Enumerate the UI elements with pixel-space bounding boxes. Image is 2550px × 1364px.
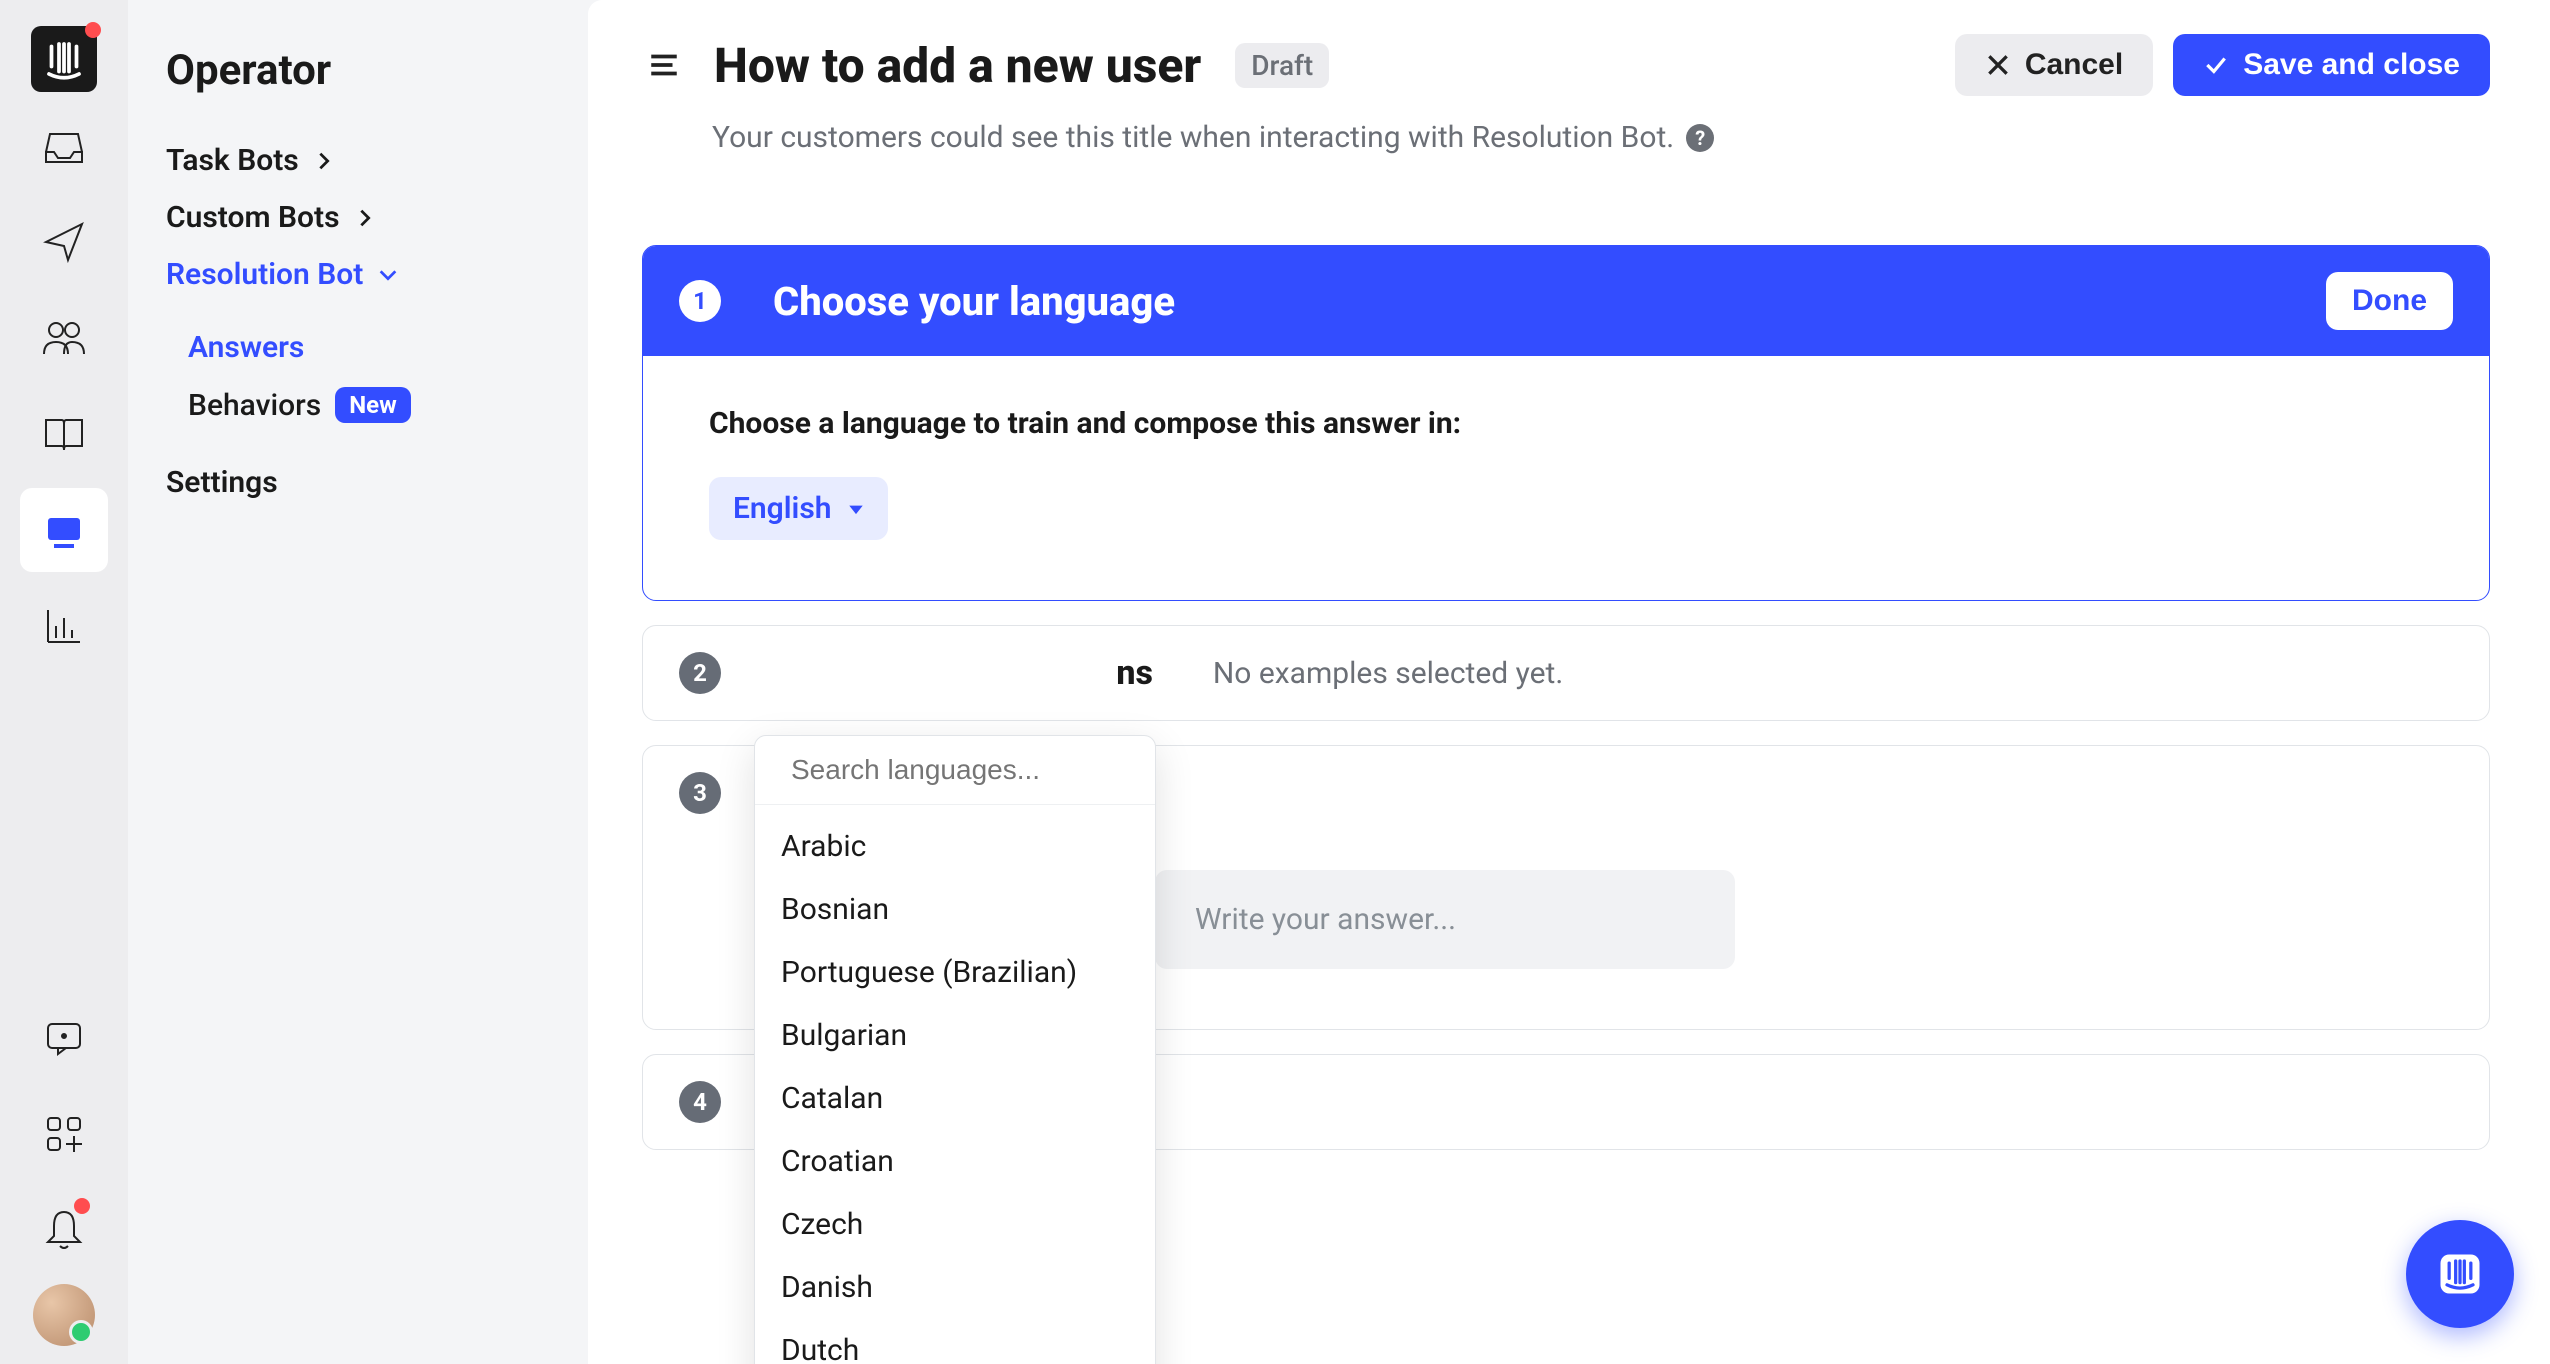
step-title: Choose your language (773, 278, 1175, 325)
step-number: 4 (679, 1081, 721, 1123)
nav-contacts[interactable] (20, 296, 108, 380)
language-option[interactable]: Portuguese (Brazilian) (755, 941, 1155, 1004)
language-option-label: Croatian (781, 1144, 894, 1179)
secondary-sidebar: Operator Task Bots Custom Bots Resolutio… (128, 0, 588, 1364)
nav-outbound[interactable] (20, 200, 108, 284)
nav-inbox[interactable] (20, 104, 108, 188)
notification-dot-icon (85, 22, 101, 38)
step-2-examples[interactable]: 2 hidden placeholder long enough xxxx ns… (642, 625, 2490, 721)
intercom-icon (2434, 1248, 2486, 1300)
new-badge: New (335, 387, 411, 423)
sidebar-title: Operator (166, 46, 550, 95)
language-option-label: Portuguese (Brazilian) (781, 955, 1077, 990)
language-option[interactable]: Catalan (755, 1067, 1155, 1130)
nav-reports[interactable] (20, 584, 108, 668)
step-number: 1 (679, 280, 721, 322)
messenger-fab[interactable] (2406, 1220, 2514, 1328)
language-option[interactable]: Danish (755, 1256, 1155, 1319)
chevron-right-icon (313, 150, 335, 172)
sidebar-item-label: Task Bots (166, 143, 299, 178)
page-subtitle: Your customers could see this title when… (712, 120, 2490, 155)
language-option[interactable]: Arabic (755, 815, 1155, 878)
language-search-row (755, 736, 1155, 805)
chevron-right-icon (354, 207, 376, 229)
language-select-value: English (733, 491, 832, 526)
language-option-label: Catalan (781, 1081, 883, 1116)
answer-input-placeholder[interactable]: Write your answer... (1155, 870, 1735, 969)
sidebar-subitem-answers[interactable]: Answers (188, 330, 550, 365)
main-content: How to add a new user Draft Cancel Save … (588, 0, 2550, 1364)
sidebar-item-resolution-bot[interactable]: Resolution Bot (166, 257, 550, 292)
caret-down-icon (848, 501, 864, 517)
hamburger-icon (647, 48, 681, 82)
nav-operator[interactable] (20, 488, 108, 572)
sidebar-item-label: Answers (188, 330, 304, 365)
language-option[interactable]: Croatian (755, 1130, 1155, 1193)
check-icon (2203, 52, 2229, 78)
nav-articles[interactable] (20, 392, 108, 476)
language-option-label: Dutch (781, 1333, 859, 1364)
sidebar-item-label: Resolution Bot (166, 257, 363, 292)
nav-messenger-preview[interactable] (20, 996, 108, 1080)
language-search-input[interactable] (791, 754, 1152, 786)
nav-notifications[interactable] (20, 1188, 108, 1272)
step-number: 3 (679, 772, 721, 814)
icon-rail (0, 0, 128, 1364)
sidebar-item-task-bots[interactable]: Task Bots (166, 143, 550, 178)
language-option[interactable]: Bosnian (755, 878, 1155, 941)
chevron-down-icon (377, 264, 399, 286)
status-chip-draft: Draft (1235, 43, 1329, 88)
notification-dot-icon (74, 1198, 90, 1214)
button-label: Save and close (2243, 48, 2460, 82)
language-option-label: Danish (781, 1270, 873, 1305)
help-icon[interactable]: ? (1686, 124, 1714, 152)
close-icon (1985, 52, 2011, 78)
user-avatar[interactable] (33, 1284, 95, 1346)
sidebar-item-custom-bots[interactable]: Custom Bots (166, 200, 550, 235)
button-label: Cancel (2025, 48, 2123, 82)
language-select[interactable]: English (709, 477, 888, 540)
step-body-label: Choose a language to train and compose t… (709, 406, 2429, 441)
step-done-button[interactable]: Done (2326, 272, 2453, 330)
language-option[interactable]: Bulgarian (755, 1004, 1155, 1067)
step-title-partial: ns (1116, 653, 1153, 693)
language-option-label: Bosnian (781, 892, 889, 927)
language-option-label: Arabic (781, 829, 866, 864)
sidebar-item-label: Custom Bots (166, 200, 340, 235)
cancel-button[interactable]: Cancel (1955, 34, 2153, 96)
language-dropdown: Arabic Bosnian Portuguese (Brazilian) Bulga… (754, 735, 1156, 1364)
sidebar-subitem-behaviors[interactable]: Behaviors New (188, 387, 550, 423)
save-and-close-button[interactable]: Save and close (2173, 34, 2490, 96)
page-title: How to add a new user (714, 37, 1201, 94)
sidebar-item-label: Settings (166, 465, 278, 500)
language-option-label: Bulgarian (781, 1018, 907, 1053)
sidebar-item-settings[interactable]: Settings (166, 465, 550, 500)
step-hint: No examples selected yet. (1213, 656, 1563, 691)
step-1-choose-language: 1 Choose your language Done Choose a lan… (642, 245, 2490, 601)
language-option[interactable]: Dutch (755, 1319, 1155, 1364)
language-option[interactable]: Czech (755, 1193, 1155, 1256)
step-number: 2 (679, 652, 721, 694)
app-logo[interactable] (31, 26, 97, 92)
language-option-label: Czech (781, 1207, 863, 1242)
toggle-sidebar-button[interactable] (642, 43, 686, 87)
nav-app-store[interactable] (20, 1092, 108, 1176)
sidebar-item-label: Behaviors (188, 388, 321, 423)
